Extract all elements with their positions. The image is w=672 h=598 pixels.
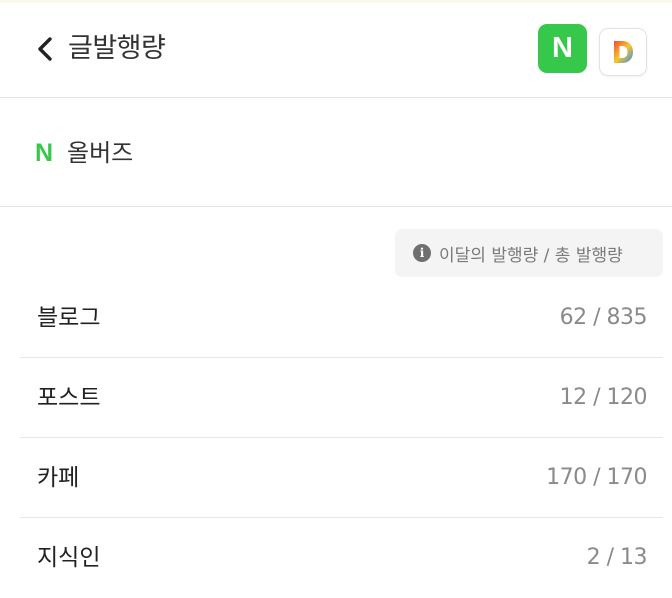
list-item-blog: 블로그 62 / 835 — [20, 278, 663, 358]
page-title: 글발행량 — [68, 33, 166, 64]
list-item-post: 포스트 12 / 120 — [20, 358, 663, 438]
naver-logo-icon: N — [552, 32, 573, 64]
legend-text: 이달의 발행량 / 총 발행량 — [439, 245, 623, 266]
list-item-cafe: 카페 170 / 170 — [20, 438, 663, 518]
daum-logo-icon — [614, 41, 633, 63]
back-button[interactable] — [30, 31, 60, 67]
list-item-kin: 지식인 2 / 13 — [20, 518, 663, 598]
account-section: N 올버즈 — [0, 99, 672, 207]
account-name: 올버즈 — [67, 139, 134, 167]
row-label: 블로그 — [37, 305, 101, 331]
row-value: 12 / 120 — [559, 385, 648, 410]
naver-button[interactable]: N — [538, 24, 587, 73]
daum-button[interactable]: D — [599, 28, 647, 76]
chevron-left-icon — [38, 37, 52, 61]
legend-box: i 이달의 발행량 / 총 발행량 — [395, 229, 663, 277]
row-label: 카페 — [37, 465, 80, 491]
row-value: 62 / 835 — [559, 305, 648, 330]
row-value: 170 / 170 — [546, 465, 647, 490]
row-value: 2 / 13 — [586, 545, 648, 570]
row-label: 지식인 — [37, 545, 101, 571]
app-header: 글발행량 N D — [0, 3, 672, 98]
info-icon: i — [413, 244, 431, 262]
row-label: 포스트 — [37, 385, 101, 411]
naver-mark-icon: N — [35, 139, 54, 167]
